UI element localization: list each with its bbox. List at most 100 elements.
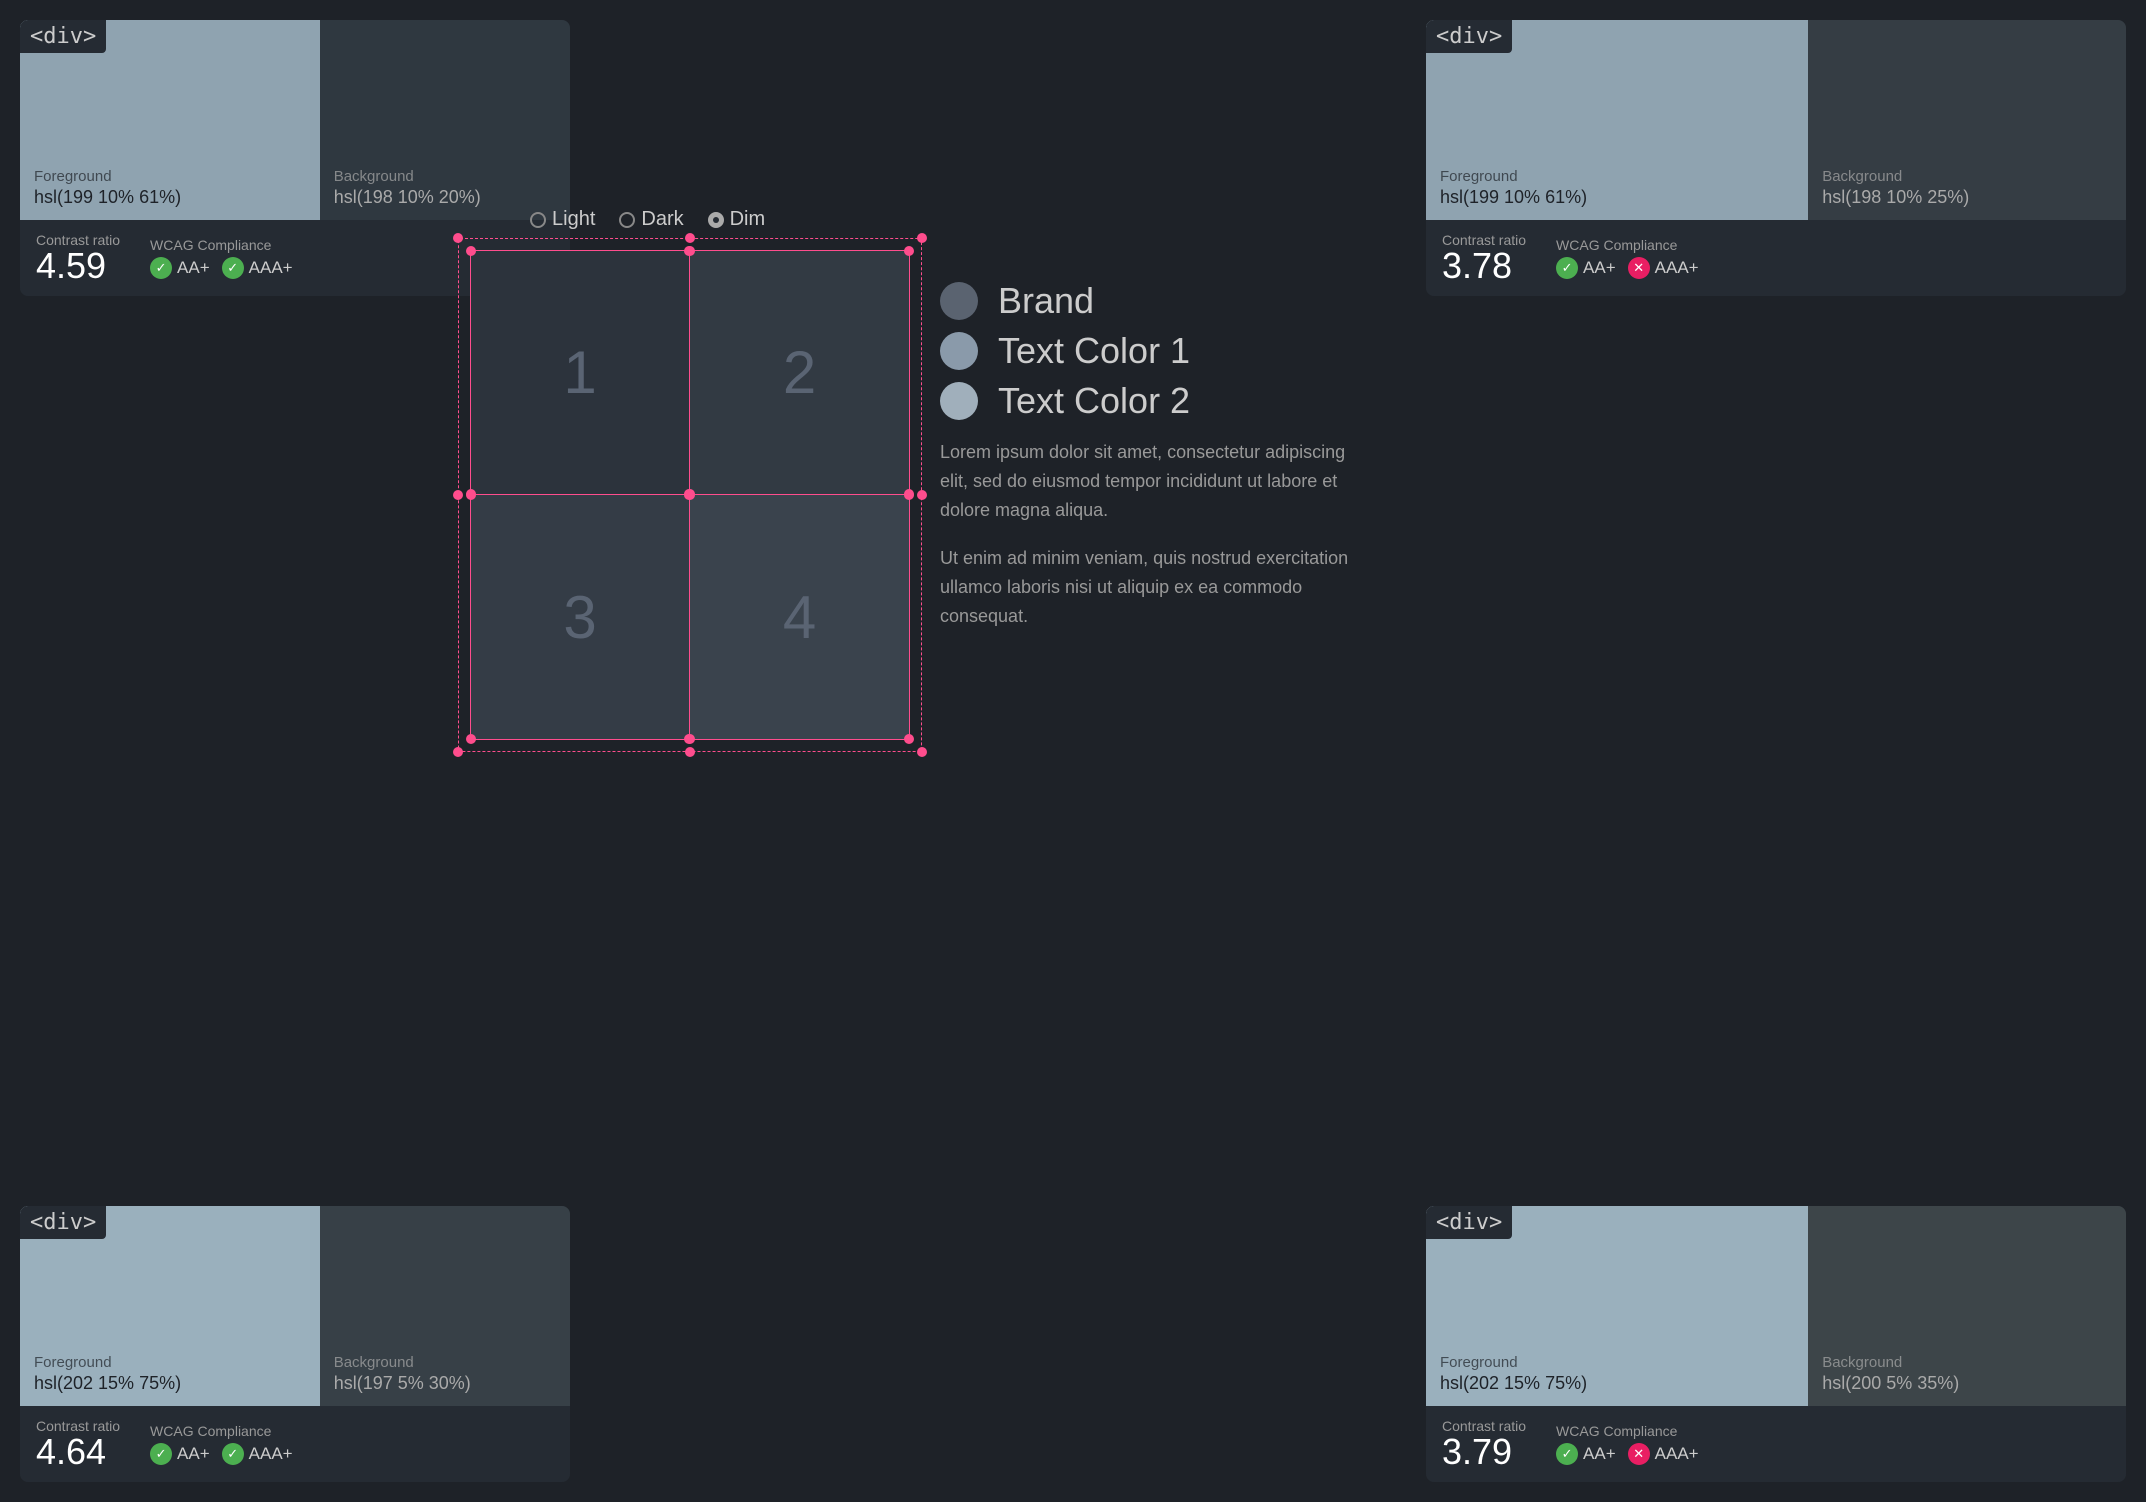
panel-bl-tag: <div> bbox=[20, 1206, 106, 1239]
contrast-value-bl: 4.64 bbox=[36, 1434, 120, 1470]
theme-option-dim[interactable]: Dim bbox=[708, 208, 766, 231]
fg-label-tl: Foreground bbox=[34, 168, 181, 185]
cell-label-4: 4 bbox=[783, 583, 816, 652]
badge-aa-bl: ✓ AA+ bbox=[150, 1443, 210, 1465]
handle-outer-bm[interactable] bbox=[685, 747, 695, 757]
handle-c1-tl[interactable] bbox=[466, 246, 476, 256]
handle-c4-tr[interactable] bbox=[904, 490, 914, 500]
badge-aa-icon-tl: ✓ bbox=[150, 257, 172, 279]
fg-label-bl: Foreground bbox=[34, 1354, 181, 1371]
handle-c2-tr[interactable] bbox=[904, 246, 914, 256]
cell-label-2: 2 bbox=[783, 338, 816, 407]
wcag-label-bl: WCAG Compliance bbox=[150, 1423, 293, 1439]
brand-label: Brand bbox=[998, 280, 1094, 322]
bg-swatch-bl: Background hsl(197 5% 30%) bbox=[320, 1206, 570, 1406]
panel-br-stats: Contrast ratio 3.79 WCAG Compliance ✓ AA… bbox=[1426, 1406, 2126, 1482]
handle-c3-bl[interactable] bbox=[466, 734, 476, 744]
theme-selector: Light Dark Dim bbox=[530, 208, 765, 231]
handle-outer-tm[interactable] bbox=[685, 233, 695, 243]
panel-tr-stats: Contrast ratio 3.78 WCAG Compliance ✓ AA… bbox=[1426, 220, 2126, 296]
badge-aa-icon-tr: ✓ bbox=[1556, 257, 1578, 279]
bg-label-tl: Background bbox=[334, 168, 481, 185]
center-canvas: 1 2 3 4 bbox=[470, 250, 910, 740]
bg-value-tl: hsl(198 10% 20%) bbox=[334, 185, 481, 210]
bg-label-br: Background bbox=[1822, 1354, 1959, 1371]
text2-label: Text Color 2 bbox=[998, 380, 1190, 422]
bg-swatch-tr: Background hsl(198 10% 25%) bbox=[1808, 20, 2126, 220]
grid-cell-1: 1 bbox=[471, 251, 690, 495]
wcag-label-tr: WCAG Compliance bbox=[1556, 237, 1699, 253]
wcag-tl: WCAG Compliance ✓ AA+ ✓ AAA+ bbox=[150, 237, 293, 279]
contrast-value-br: 3.79 bbox=[1442, 1434, 1526, 1470]
bg-label-bl: Background bbox=[334, 1354, 471, 1371]
grid-cell-3: 3 bbox=[471, 495, 690, 739]
badge-aaa-label-tl: AAA+ bbox=[249, 258, 293, 278]
handle-outer-ml[interactable] bbox=[453, 490, 463, 500]
bg-swatch-br: Background hsl(200 5% 35%) bbox=[1808, 1206, 2126, 1406]
grid-cell-2: 2 bbox=[690, 251, 909, 495]
text2-dot bbox=[940, 382, 978, 420]
panel-top-right: <div> Foreground hsl(199 10% 61%) Backgr… bbox=[1426, 20, 2126, 296]
radio-dim[interactable] bbox=[708, 212, 724, 228]
radio-light[interactable] bbox=[530, 212, 546, 228]
bg-value-bl: hsl(197 5% 30%) bbox=[334, 1371, 471, 1396]
fg-value-tr: hsl(199 10% 61%) bbox=[1440, 185, 1587, 210]
panel-tr-tag: <div> bbox=[1426, 20, 1512, 53]
badge-aaa-icon-tl: ✓ bbox=[222, 257, 244, 279]
grid-cell-4: 4 bbox=[690, 495, 909, 739]
badge-aa-label-tl: AA+ bbox=[177, 258, 210, 278]
lorem2: Ut enim ad minim veniam, quis nostrud ex… bbox=[940, 544, 1360, 630]
theme-label-light: Light bbox=[552, 208, 595, 231]
badge-aaa-br: ✕ AAA+ bbox=[1628, 1443, 1699, 1465]
badge-aa-icon-bl: ✓ bbox=[150, 1443, 172, 1465]
handle-c2-tl[interactable] bbox=[685, 246, 695, 256]
theme-option-light[interactable]: Light bbox=[530, 208, 595, 231]
handle-outer-mr[interactable] bbox=[917, 490, 927, 500]
bg-swatch-tl: Background hsl(198 10% 20%) bbox=[320, 20, 570, 220]
handle-outer-br[interactable] bbox=[917, 747, 927, 757]
radio-dark[interactable] bbox=[619, 212, 635, 228]
wcag-tr: WCAG Compliance ✓ AA+ ✕ AAA+ bbox=[1556, 237, 1699, 279]
fg-value-bl: hsl(202 15% 75%) bbox=[34, 1371, 181, 1396]
badge-aaa-label-br: AAA+ bbox=[1655, 1444, 1699, 1464]
panel-tl-tag: <div> bbox=[20, 20, 106, 53]
wcag-label-tl: WCAG Compliance bbox=[150, 237, 293, 253]
badge-aa-tl: ✓ AA+ bbox=[150, 257, 210, 279]
theme-label-dim: Dim bbox=[730, 208, 766, 231]
bg-label-tr: Background bbox=[1822, 168, 1969, 185]
legend-brand: Brand bbox=[940, 280, 1360, 322]
handle-outer-tr[interactable] bbox=[917, 233, 927, 243]
wcag-bl: WCAG Compliance ✓ AA+ ✓ AAA+ bbox=[150, 1423, 293, 1465]
theme-label-dark: Dark bbox=[641, 208, 683, 231]
contrast-value-tr: 3.78 bbox=[1442, 248, 1526, 284]
panel-bottom-right: <div> Foreground hsl(202 15% 75%) Backgr… bbox=[1426, 1206, 2126, 1482]
badge-aa-icon-br: ✓ bbox=[1556, 1443, 1578, 1465]
badge-aaa-tl: ✓ AAA+ bbox=[222, 257, 293, 279]
bg-value-tr: hsl(198 10% 25%) bbox=[1822, 185, 1969, 210]
badge-aaa-icon-bl: ✓ bbox=[222, 1443, 244, 1465]
lorem1: Lorem ipsum dolor sit amet, consectetur … bbox=[940, 438, 1360, 524]
handle-outer-tl[interactable] bbox=[453, 233, 463, 243]
handle-c4-tl[interactable] bbox=[685, 490, 695, 500]
panel-br-tag: <div> bbox=[1426, 1206, 1512, 1239]
badge-aaa-icon-br: ✕ bbox=[1628, 1443, 1650, 1465]
badge-aa-label-bl: AA+ bbox=[177, 1444, 210, 1464]
text1-label: Text Color 1 bbox=[998, 330, 1190, 372]
panel-bottom-left: <div> Foreground hsl(202 15% 75%) Backgr… bbox=[20, 1206, 570, 1482]
handle-c4-bl[interactable] bbox=[685, 734, 695, 744]
badge-aaa-icon-tr: ✕ bbox=[1628, 257, 1650, 279]
legend-text2: Text Color 2 bbox=[940, 380, 1360, 422]
badge-aa-tr: ✓ AA+ bbox=[1556, 257, 1616, 279]
badge-aaa-tr: ✕ AAA+ bbox=[1628, 257, 1699, 279]
handle-outer-bl[interactable] bbox=[453, 747, 463, 757]
legend-text1: Text Color 1 bbox=[940, 330, 1360, 372]
bg-value-br: hsl(200 5% 35%) bbox=[1822, 1371, 1959, 1396]
wcag-label-br: WCAG Compliance bbox=[1556, 1423, 1699, 1439]
theme-option-dark[interactable]: Dark bbox=[619, 208, 683, 231]
handle-c3-tl[interactable] bbox=[466, 490, 476, 500]
cell-label-1: 1 bbox=[563, 338, 596, 407]
cell-label-3: 3 bbox=[563, 583, 596, 652]
grid: 1 2 3 4 bbox=[470, 250, 910, 740]
wcag-br: WCAG Compliance ✓ AA+ ✕ AAA+ bbox=[1556, 1423, 1699, 1465]
handle-c4-br[interactable] bbox=[904, 734, 914, 744]
